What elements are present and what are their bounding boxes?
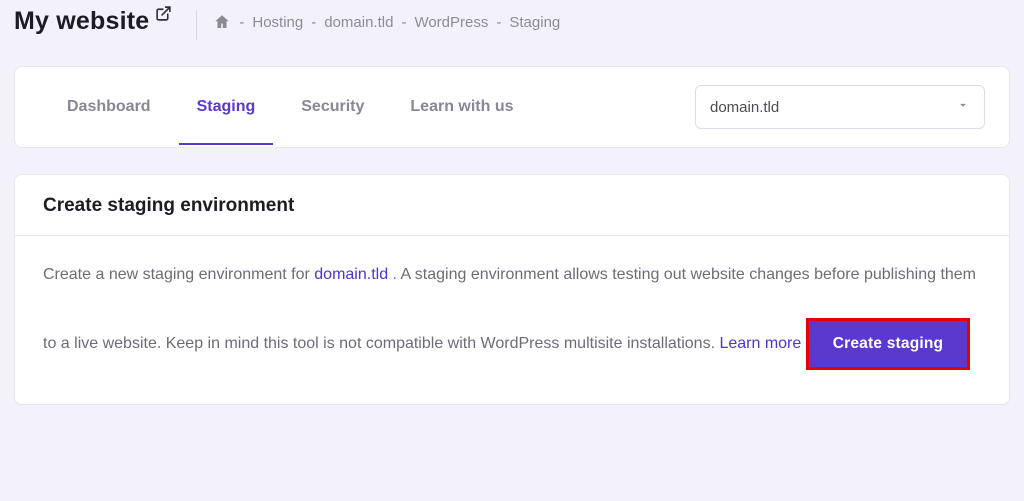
staging-card-title: Create staging environment bbox=[43, 195, 981, 217]
tabs-card: Dashboard Staging Security Learn with us… bbox=[14, 66, 1010, 148]
breadcrumb-wordpress[interactable]: WordPress bbox=[414, 14, 488, 31]
site-title-wrap: My website bbox=[14, 10, 192, 36]
page-root: My website - Hosting - domain.tld - Word bbox=[0, 0, 1024, 501]
domain-select-value: domain.tld bbox=[710, 99, 779, 116]
breadcrumb-sep: - bbox=[401, 14, 406, 31]
header-divider bbox=[196, 10, 197, 40]
staging-card-body: Create a new staging environment for dom… bbox=[15, 236, 1009, 370]
staging-card: Create staging environment Create a new … bbox=[14, 174, 1010, 405]
breadcrumb-sep: - bbox=[239, 14, 244, 31]
staging-domain-link[interactable]: domain.tld bbox=[314, 266, 388, 283]
breadcrumb-hosting[interactable]: Hosting bbox=[252, 14, 303, 31]
tabs: Dashboard Staging Security Learn with us bbox=[39, 88, 514, 126]
tab-security[interactable]: Security bbox=[301, 88, 364, 126]
breadcrumb-staging[interactable]: Staging bbox=[509, 14, 560, 31]
staging-card-header: Create staging environment bbox=[15, 175, 1009, 236]
page-header: My website - Hosting - domain.tld - Word bbox=[14, 10, 1010, 48]
breadcrumb-domain[interactable]: domain.tld bbox=[324, 14, 393, 31]
domain-select[interactable]: domain.tld bbox=[695, 85, 985, 129]
breadcrumb-sep: - bbox=[311, 14, 316, 31]
site-title: My website bbox=[14, 8, 149, 36]
external-link-icon[interactable] bbox=[155, 5, 172, 27]
breadcrumb-sep: - bbox=[496, 14, 501, 31]
cta-highlight-box: Create staging bbox=[806, 318, 970, 370]
breadcrumb: - Hosting - domain.tld - WordPress - Sta… bbox=[213, 13, 560, 31]
tab-learn[interactable]: Learn with us bbox=[410, 88, 513, 126]
tab-staging[interactable]: Staging bbox=[197, 88, 256, 126]
tab-dashboard[interactable]: Dashboard bbox=[67, 88, 151, 126]
learn-more-link[interactable]: Learn more bbox=[719, 335, 801, 352]
staging-text-before: Create a new staging environment for bbox=[43, 266, 314, 283]
create-staging-button[interactable]: Create staging bbox=[809, 321, 967, 367]
home-icon[interactable] bbox=[213, 13, 231, 31]
chevron-down-icon bbox=[956, 98, 970, 116]
